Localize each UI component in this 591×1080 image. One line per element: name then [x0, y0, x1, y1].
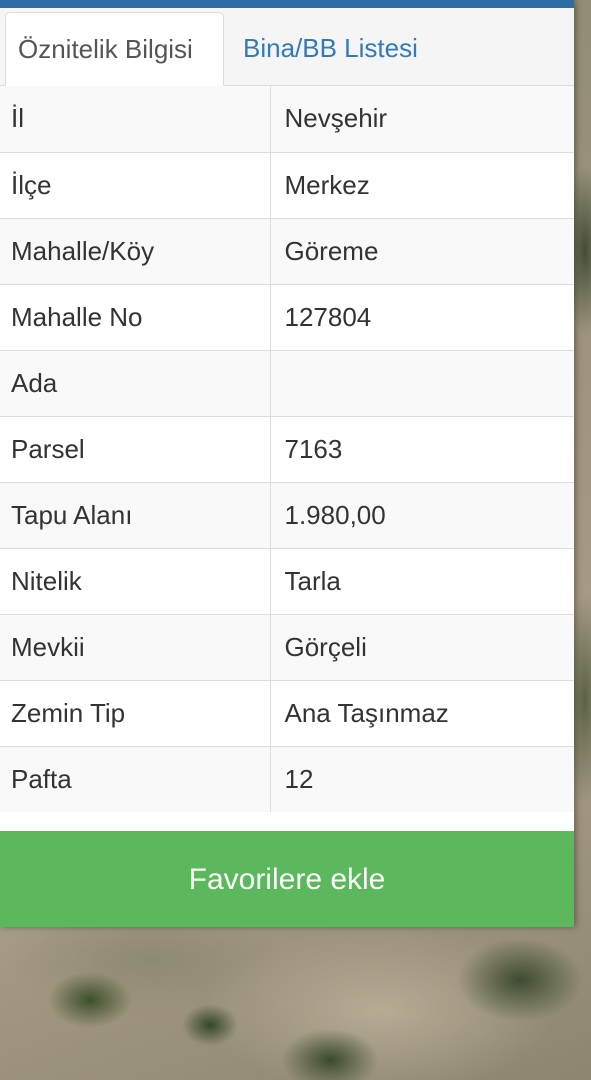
attr-key-pafta: Pafta	[0, 745, 271, 812]
attr-key-tapu-alani: Tapu Alanı	[0, 481, 271, 548]
attr-key-parsel: Parsel	[0, 415, 271, 482]
table-row: Parsel 7163	[0, 415, 574, 482]
attr-value-nitelik: Tarla	[270, 547, 574, 614]
attr-value-ada	[270, 349, 574, 416]
attr-key-mahalle-koy: Mahalle/Köy	[0, 217, 271, 284]
table-row: İlçe Merkez	[0, 151, 574, 218]
tab-attribute-info[interactable]: Öznitelik Bilgisi	[5, 12, 224, 86]
table-row: Tapu Alanı 1.980,00	[0, 481, 574, 548]
attr-value-zemin-tip: Ana Taşınmaz	[270, 679, 574, 746]
attr-value-pafta: 12	[270, 745, 574, 812]
attr-value-parsel: 7163	[270, 415, 574, 482]
attr-key-il: İl	[0, 86, 271, 152]
attr-key-ada: Ada	[0, 349, 271, 416]
attr-value-ilce: Merkez	[270, 151, 574, 218]
add-to-favorites-button[interactable]: Favorilere ekle	[0, 831, 574, 927]
attr-value-mahalle-koy: Göreme	[270, 217, 574, 284]
table-row: Mahalle/Köy Göreme	[0, 217, 574, 284]
parcel-info-panel: Öznitelik Bilgisi Bina/BB Listesi İl Nev…	[0, 0, 574, 927]
attr-key-ilce: İlçe	[0, 151, 271, 218]
table-row: Pafta 12	[0, 745, 574, 812]
tab-bar: Öznitelik Bilgisi Bina/BB Listesi	[0, 8, 574, 86]
table-row: Nitelik Tarla	[0, 547, 574, 614]
table-row: İl Nevşehir	[0, 86, 574, 152]
attr-value-tapu-alani: 1.980,00	[270, 481, 574, 548]
tab-building-list[interactable]: Bina/BB Listesi	[231, 12, 430, 85]
attr-value-mevkii: Görçeli	[270, 613, 574, 680]
table-row: Mevkii Görçeli	[0, 613, 574, 680]
table-row: Mahalle No 127804	[0, 283, 574, 350]
table-row: Zemin Tip Ana Taşınmaz	[0, 679, 574, 746]
attr-key-zemin-tip: Zemin Tip	[0, 679, 271, 746]
attr-value-il: Nevşehir	[270, 86, 574, 152]
attr-key-mahalle-no: Mahalle No	[0, 283, 271, 350]
attr-value-mahalle-no: 127804	[270, 283, 574, 350]
attribute-table: İl Nevşehir İlçe Merkez Mahalle/Köy Göre…	[0, 86, 574, 812]
attr-key-mevkii: Mevkii	[0, 613, 271, 680]
panel-header-strip	[0, 0, 574, 8]
table-row: Ada	[0, 349, 574, 416]
attr-key-nitelik: Nitelik	[0, 547, 271, 614]
